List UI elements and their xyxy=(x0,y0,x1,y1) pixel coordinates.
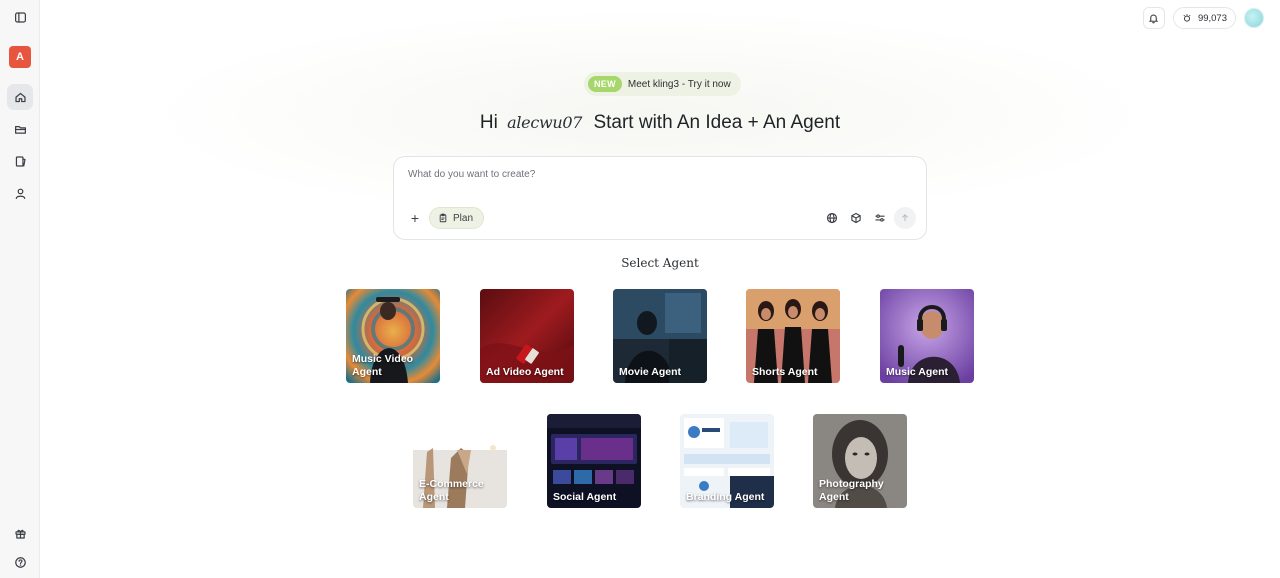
agent-card-shorts[interactable]: Shorts Agent xyxy=(746,289,840,383)
agent-card-music[interactable]: Music Agent xyxy=(880,289,974,383)
cube-icon[interactable] xyxy=(848,210,864,226)
user-avatar[interactable] xyxy=(1244,8,1264,28)
prompt-composer: + Plan xyxy=(393,156,927,240)
agent-label: Music Video Agent xyxy=(352,353,414,378)
clipboard-icon xyxy=(439,213,447,223)
sidebar-item-profile[interactable] xyxy=(7,180,33,206)
gift-icon xyxy=(14,529,26,539)
agent-label: Branding Agent xyxy=(686,490,765,503)
sidebar-item-help[interactable] xyxy=(7,549,33,575)
user-icon xyxy=(15,188,25,199)
settings-sliders-icon[interactable] xyxy=(872,210,888,226)
agent-label: Shorts Agent xyxy=(752,365,818,378)
agent-card-music-video[interactable]: Music Video Agent xyxy=(346,289,440,383)
agent-label: Photography Agent xyxy=(819,478,884,503)
agent-label: E-Commerce Agent xyxy=(419,478,484,503)
agent-label: Music Agent xyxy=(886,365,949,378)
agent-label: Social Agent xyxy=(553,490,617,503)
notifications-button[interactable] xyxy=(1142,7,1165,29)
agent-card-ad-video[interactable]: Ad Video Agent xyxy=(480,289,574,383)
agent-label: Movie Agent xyxy=(619,365,682,378)
agent-card-e-commerce[interactable]: E-Commerce Agent xyxy=(413,414,507,508)
send-button[interactable] xyxy=(894,207,916,229)
plan-button[interactable]: Plan xyxy=(429,207,485,229)
tagline: Start with An Idea + An Agent xyxy=(593,112,841,133)
help-icon xyxy=(14,556,26,568)
agent-card-social[interactable]: Social Agent xyxy=(547,414,641,508)
sidebar-item-home[interactable] xyxy=(7,84,33,110)
select-agent-title: Select Agent xyxy=(621,256,699,270)
sidebar-item-gift[interactable] xyxy=(7,520,33,546)
library-icon xyxy=(15,155,26,167)
agent-label: Ad Video Agent xyxy=(486,365,564,378)
prompt-input[interactable] xyxy=(408,169,888,180)
home-icon xyxy=(14,92,26,102)
plan-label: Plan xyxy=(453,212,474,224)
announcement-text: Meet kling3 - Try it now xyxy=(627,78,731,90)
new-badge: NEW xyxy=(588,76,622,92)
agent-card-movie[interactable]: Movie Agent xyxy=(613,289,707,383)
add-attachment-icon[interactable]: + xyxy=(408,210,422,226)
page-headline: Hi alecwu07 Start with An Idea + An Agen… xyxy=(0,112,1280,134)
sidebar: A xyxy=(0,0,40,578)
sidebar-item-library[interactable] xyxy=(7,148,33,174)
globe-icon[interactable] xyxy=(824,210,840,226)
credits-icon xyxy=(1183,14,1191,22)
announcement-pill[interactable]: NEW Meet kling3 - Try it now xyxy=(584,72,741,96)
agent-card-branding[interactable]: Branding Agent xyxy=(680,414,774,508)
workspace-avatar[interactable]: A xyxy=(9,46,31,68)
username: alecwu07 xyxy=(507,113,583,132)
credits-button[interactable]: 99,073 xyxy=(1172,7,1236,29)
sidebar-toggle-icon[interactable] xyxy=(7,4,33,30)
greeting: Hi xyxy=(479,112,498,133)
top-bar: 99,073 xyxy=(1142,7,1264,29)
credits-count: 99,073 xyxy=(1197,12,1227,24)
agent-card-photography[interactable]: Photography Agent xyxy=(813,414,907,508)
arrow-up-icon xyxy=(902,214,908,222)
bell-icon xyxy=(1149,14,1159,23)
